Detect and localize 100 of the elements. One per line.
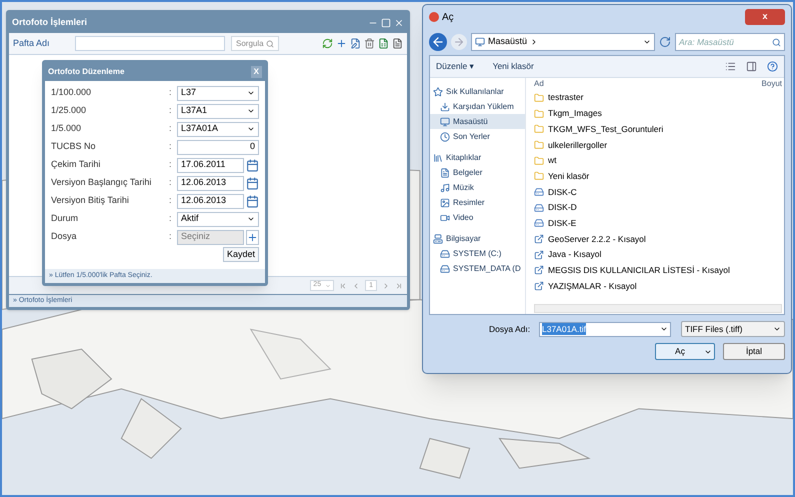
cancel-button[interactable]: İptal xyxy=(723,343,785,360)
delete-icon[interactable] xyxy=(364,38,375,49)
column-header[interactable]: Ad xyxy=(534,78,544,90)
folder-icon xyxy=(534,124,544,134)
file-item[interactable]: Yeni klasör xyxy=(548,170,590,183)
view-icon[interactable] xyxy=(725,61,736,72)
file-item[interactable]: Java - Kısayol xyxy=(548,248,602,262)
file-item[interactable]: DISK-C xyxy=(548,186,577,198)
nav-item[interactable]: SYSTEM (C:) xyxy=(430,246,525,261)
select-field[interactable]: Aktif xyxy=(177,212,259,226)
calendar-icon[interactable] xyxy=(246,194,259,208)
file-item[interactable]: DISK-D xyxy=(548,201,577,214)
folder-icon xyxy=(534,108,544,119)
shortcut-icon xyxy=(534,250,544,260)
field-label: 1/25.000 xyxy=(51,104,88,118)
field-label: TUCBS No xyxy=(51,140,97,154)
caret-icon[interactable] xyxy=(643,38,651,46)
search-icon xyxy=(266,40,274,48)
back-icon[interactable] xyxy=(429,33,447,51)
date-field[interactable]: 17.06.2011 xyxy=(177,158,244,172)
field-label: Durum xyxy=(51,212,80,226)
edit-icon[interactable] xyxy=(350,38,361,49)
dialog-title: Ortofoto Düzenleme xyxy=(48,66,124,78)
desktop-icon xyxy=(440,116,450,126)
select-field[interactable]: L37A1 xyxy=(177,104,259,118)
folder-icon xyxy=(534,171,544,182)
first-page-icon[interactable] xyxy=(339,282,348,290)
close-icon[interactable] xyxy=(394,18,404,28)
refresh-icon[interactable] xyxy=(659,36,671,48)
document-icon xyxy=(440,168,450,178)
nav-item[interactable]: Karşıdan Yüklem xyxy=(430,99,525,114)
file-item[interactable]: wt xyxy=(548,154,556,167)
drive-icon xyxy=(534,218,544,228)
file-item[interactable]: Tkgm_Images xyxy=(548,107,602,120)
file-item[interactable]: ulkelerillergoller xyxy=(548,138,608,152)
filetype-select[interactable]: TIFF Files (.tiff) xyxy=(681,321,785,337)
field-label: Çekim Tarihi xyxy=(51,158,102,172)
caret-icon xyxy=(247,215,255,223)
close-button[interactable]: x xyxy=(745,9,785,25)
file-item[interactable]: DISK-E xyxy=(548,216,576,230)
nav-item[interactable]: Son Yerler xyxy=(430,129,525,144)
maximize-icon[interactable] xyxy=(381,18,391,28)
separator: : xyxy=(169,212,173,226)
separator: : xyxy=(169,158,173,172)
filename-field[interactable]: L37A01A.tif xyxy=(539,322,671,336)
shortcut-icon xyxy=(534,281,544,292)
shortcut-icon xyxy=(534,265,544,276)
nav-item[interactable]: Resimler xyxy=(430,195,525,210)
file-field[interactable]: Seçiniz xyxy=(177,230,244,244)
date-field[interactable]: 12.06.2013 xyxy=(177,194,244,208)
address-bar[interactable]: Masaüstü xyxy=(471,33,655,51)
file-item[interactable]: TKGM_WFS_Test_Goruntuleri xyxy=(548,122,664,136)
preview-pane-icon[interactable] xyxy=(746,61,757,72)
file-item[interactable]: MEGSIS DIS KULLANICILAR LİSTESİ - Kısayol xyxy=(548,264,730,277)
breadcrumb-item[interactable]: Masaüstü xyxy=(488,35,528,49)
select-field[interactable]: L37A01A xyxy=(177,122,259,136)
app-icon xyxy=(429,12,439,22)
open-button[interactable]: Aç xyxy=(655,343,715,360)
nav-item[interactable]: Bilgisayar xyxy=(430,231,525,246)
nav-item[interactable]: Kitaplıklar xyxy=(430,150,525,165)
nav-item[interactable]: Sık Kullanılanlar xyxy=(430,84,525,99)
add-icon[interactable] xyxy=(246,230,259,244)
nav-item[interactable]: Müzik xyxy=(430,180,525,195)
save-button[interactable]: Kaydet xyxy=(222,247,259,262)
file-item[interactable]: GeoServer 2.2.2 - Kısayol xyxy=(548,232,646,246)
search-icon xyxy=(772,38,781,46)
column-header[interactable]: Boyut xyxy=(762,78,782,90)
caret-icon xyxy=(247,125,255,133)
nav-item[interactable]: Video xyxy=(430,210,525,225)
computer-icon xyxy=(433,234,443,244)
nav-item[interactable]: Masaüstü xyxy=(430,114,525,129)
help-icon[interactable] xyxy=(767,61,778,72)
clock-icon xyxy=(440,132,450,142)
refresh-icon[interactable] xyxy=(322,38,333,49)
calendar-icon[interactable] xyxy=(246,158,259,172)
spreadsheet-icon[interactable] xyxy=(378,38,389,49)
last-page-icon[interactable] xyxy=(395,282,403,290)
number-field[interactable]: 0 xyxy=(177,140,259,154)
library-icon xyxy=(433,152,443,162)
nav-item[interactable]: SYSTEM_DATA (D xyxy=(430,261,525,276)
file-item[interactable]: testraster xyxy=(548,91,584,104)
caret-icon xyxy=(247,89,255,97)
file-item[interactable]: YAZIŞMALAR - Kısayol xyxy=(548,280,637,292)
toolbar-button[interactable]: Yeni klasör xyxy=(492,60,534,73)
folder-icon xyxy=(534,92,544,103)
caret-icon[interactable] xyxy=(660,325,668,333)
date-field[interactable]: 12.06.2013 xyxy=(177,176,244,190)
add-icon[interactable] xyxy=(336,38,347,49)
toolbar-button[interactable]: Düzenle ▾ xyxy=(436,60,475,73)
next-page-icon[interactable] xyxy=(382,282,390,290)
horizontal-scrollbar[interactable] xyxy=(534,304,782,313)
calendar-icon[interactable] xyxy=(246,176,259,190)
separator: : xyxy=(169,140,173,154)
nav-item[interactable]: Belgeler xyxy=(430,165,525,180)
search-field[interactable] xyxy=(75,36,225,51)
field-label: Dosya xyxy=(51,230,78,244)
select-field[interactable]: L37 xyxy=(177,86,259,100)
search-button[interactable]: Sorgula xyxy=(231,36,279,51)
separator: : xyxy=(169,194,173,208)
document-icon[interactable] xyxy=(392,38,403,49)
